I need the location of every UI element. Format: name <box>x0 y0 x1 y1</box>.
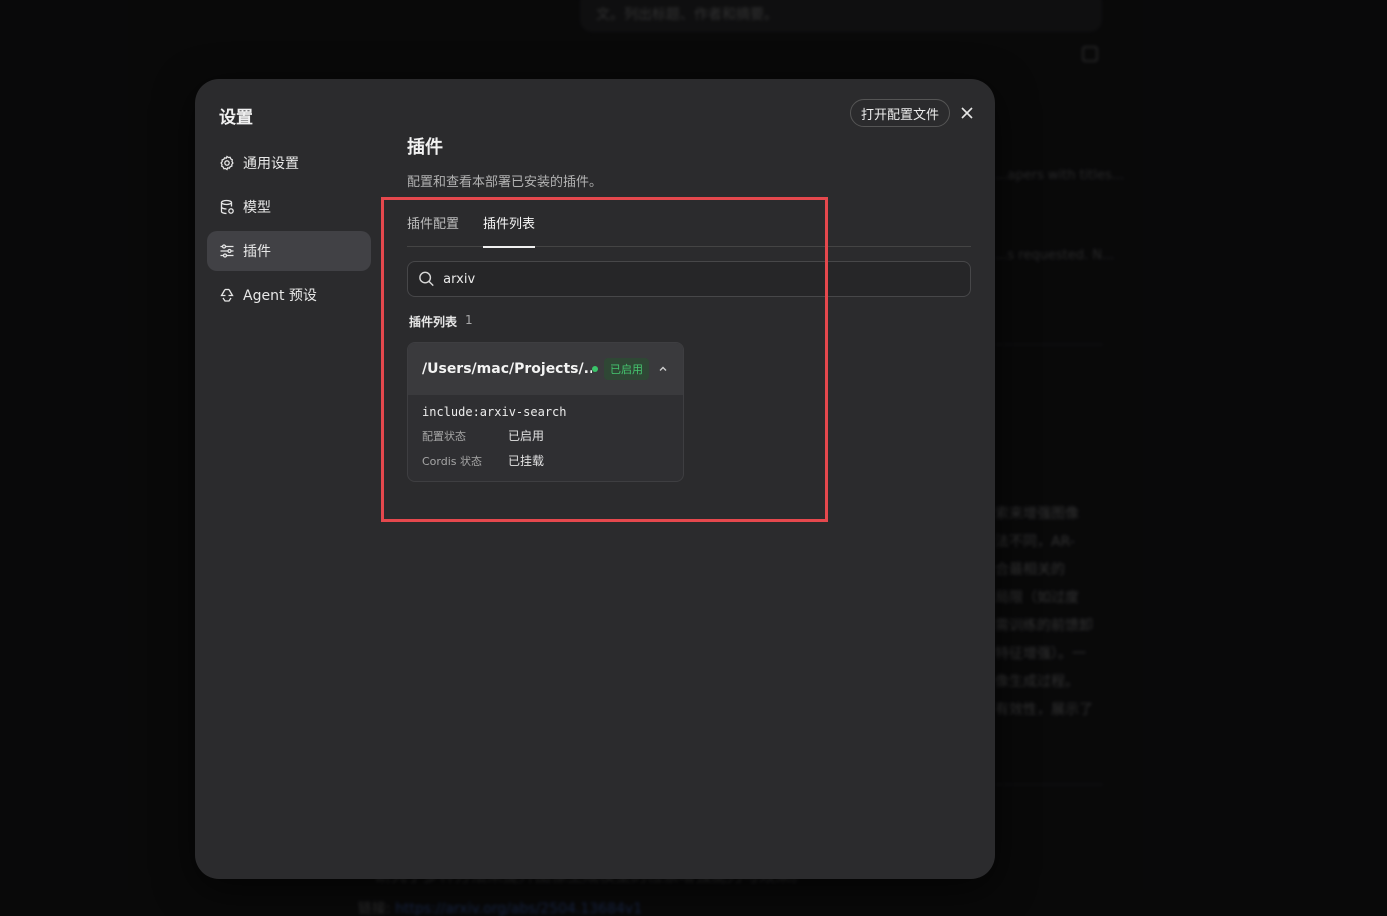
nav-label: 通用设置 <box>243 156 299 172</box>
close-icon <box>961 107 973 119</box>
nav-label: 模型 <box>243 200 271 216</box>
nav-item-plugins[interactable]: 插件 <box>207 231 371 271</box>
database-icon <box>220 199 234 215</box>
nav-item-agent-preset[interactable]: Agent 预设 <box>207 275 371 315</box>
page-description: 配置和查看本部署已安装的插件。 <box>407 175 603 190</box>
config-status-label: 配置状态 <box>422 429 466 443</box>
tab-plugin-list[interactable]: 插件列表 <box>483 209 536 248</box>
list-heading: 插件列表 1 <box>407 313 971 330</box>
open-config-button[interactable]: 打开配置文件 <box>850 99 951 127</box>
cordis-status-row: Cordis 状态 已挂载 <box>422 452 669 469</box>
page-title: 插件 <box>407 137 443 158</box>
modal-title: 设置 <box>219 108 253 128</box>
sliders-icon <box>220 244 234 258</box>
cordis-status-label: Cordis 状态 <box>422 454 483 468</box>
settings-modal: 设置 通用设置 模型 插件 Agent 预设 打开配置文件 插件 配置和查看本部… <box>195 79 995 879</box>
settings-nav: 通用设置 模型 插件 Agent 预设 <box>207 143 371 319</box>
config-status-row: 配置状态 已启用 <box>422 427 669 444</box>
nav-item-general[interactable]: 通用设置 <box>207 143 371 183</box>
close-button[interactable] <box>957 103 977 123</box>
plugins-panel: 插件 配置和查看本部署已安装的插件。 插件配置 插件列表 插件列表 1 /Use… <box>407 133 971 482</box>
recycle-icon <box>220 288 234 302</box>
gear-icon <box>220 155 234 171</box>
status-dot <box>592 366 598 372</box>
search-input[interactable] <box>443 271 960 287</box>
nav-label: Agent 预设 <box>243 288 317 304</box>
plugin-path: /Users/mac/Projects/... <box>422 361 592 377</box>
plugin-card-body: include:arxiv-search 配置状态 已启用 Cordis 状态 … <box>408 395 683 481</box>
list-count: 1 <box>465 313 473 327</box>
nav-label: 插件 <box>243 244 271 260</box>
status-badge: 已启用 <box>604 358 649 380</box>
list-heading-label: 插件列表 <box>409 315 458 329</box>
plugin-card-header[interactable]: /Users/mac/Projects/... 已启用 <box>408 343 683 395</box>
tab-plugin-config[interactable]: 插件配置 <box>407 209 459 247</box>
nav-item-model[interactable]: 模型 <box>207 187 371 227</box>
plugin-include: include:arxiv-search <box>422 405 567 419</box>
tab-bar: 插件配置 插件列表 <box>407 209 971 248</box>
search-icon <box>419 271 434 287</box>
config-status-value: 已启用 <box>508 429 545 443</box>
cordis-status-value: 已挂载 <box>508 454 545 468</box>
search-box[interactable] <box>407 261 971 297</box>
plugin-card: /Users/mac/Projects/... 已启用 include:arxi… <box>407 342 684 482</box>
chevron-up-icon[interactable] <box>657 363 669 375</box>
